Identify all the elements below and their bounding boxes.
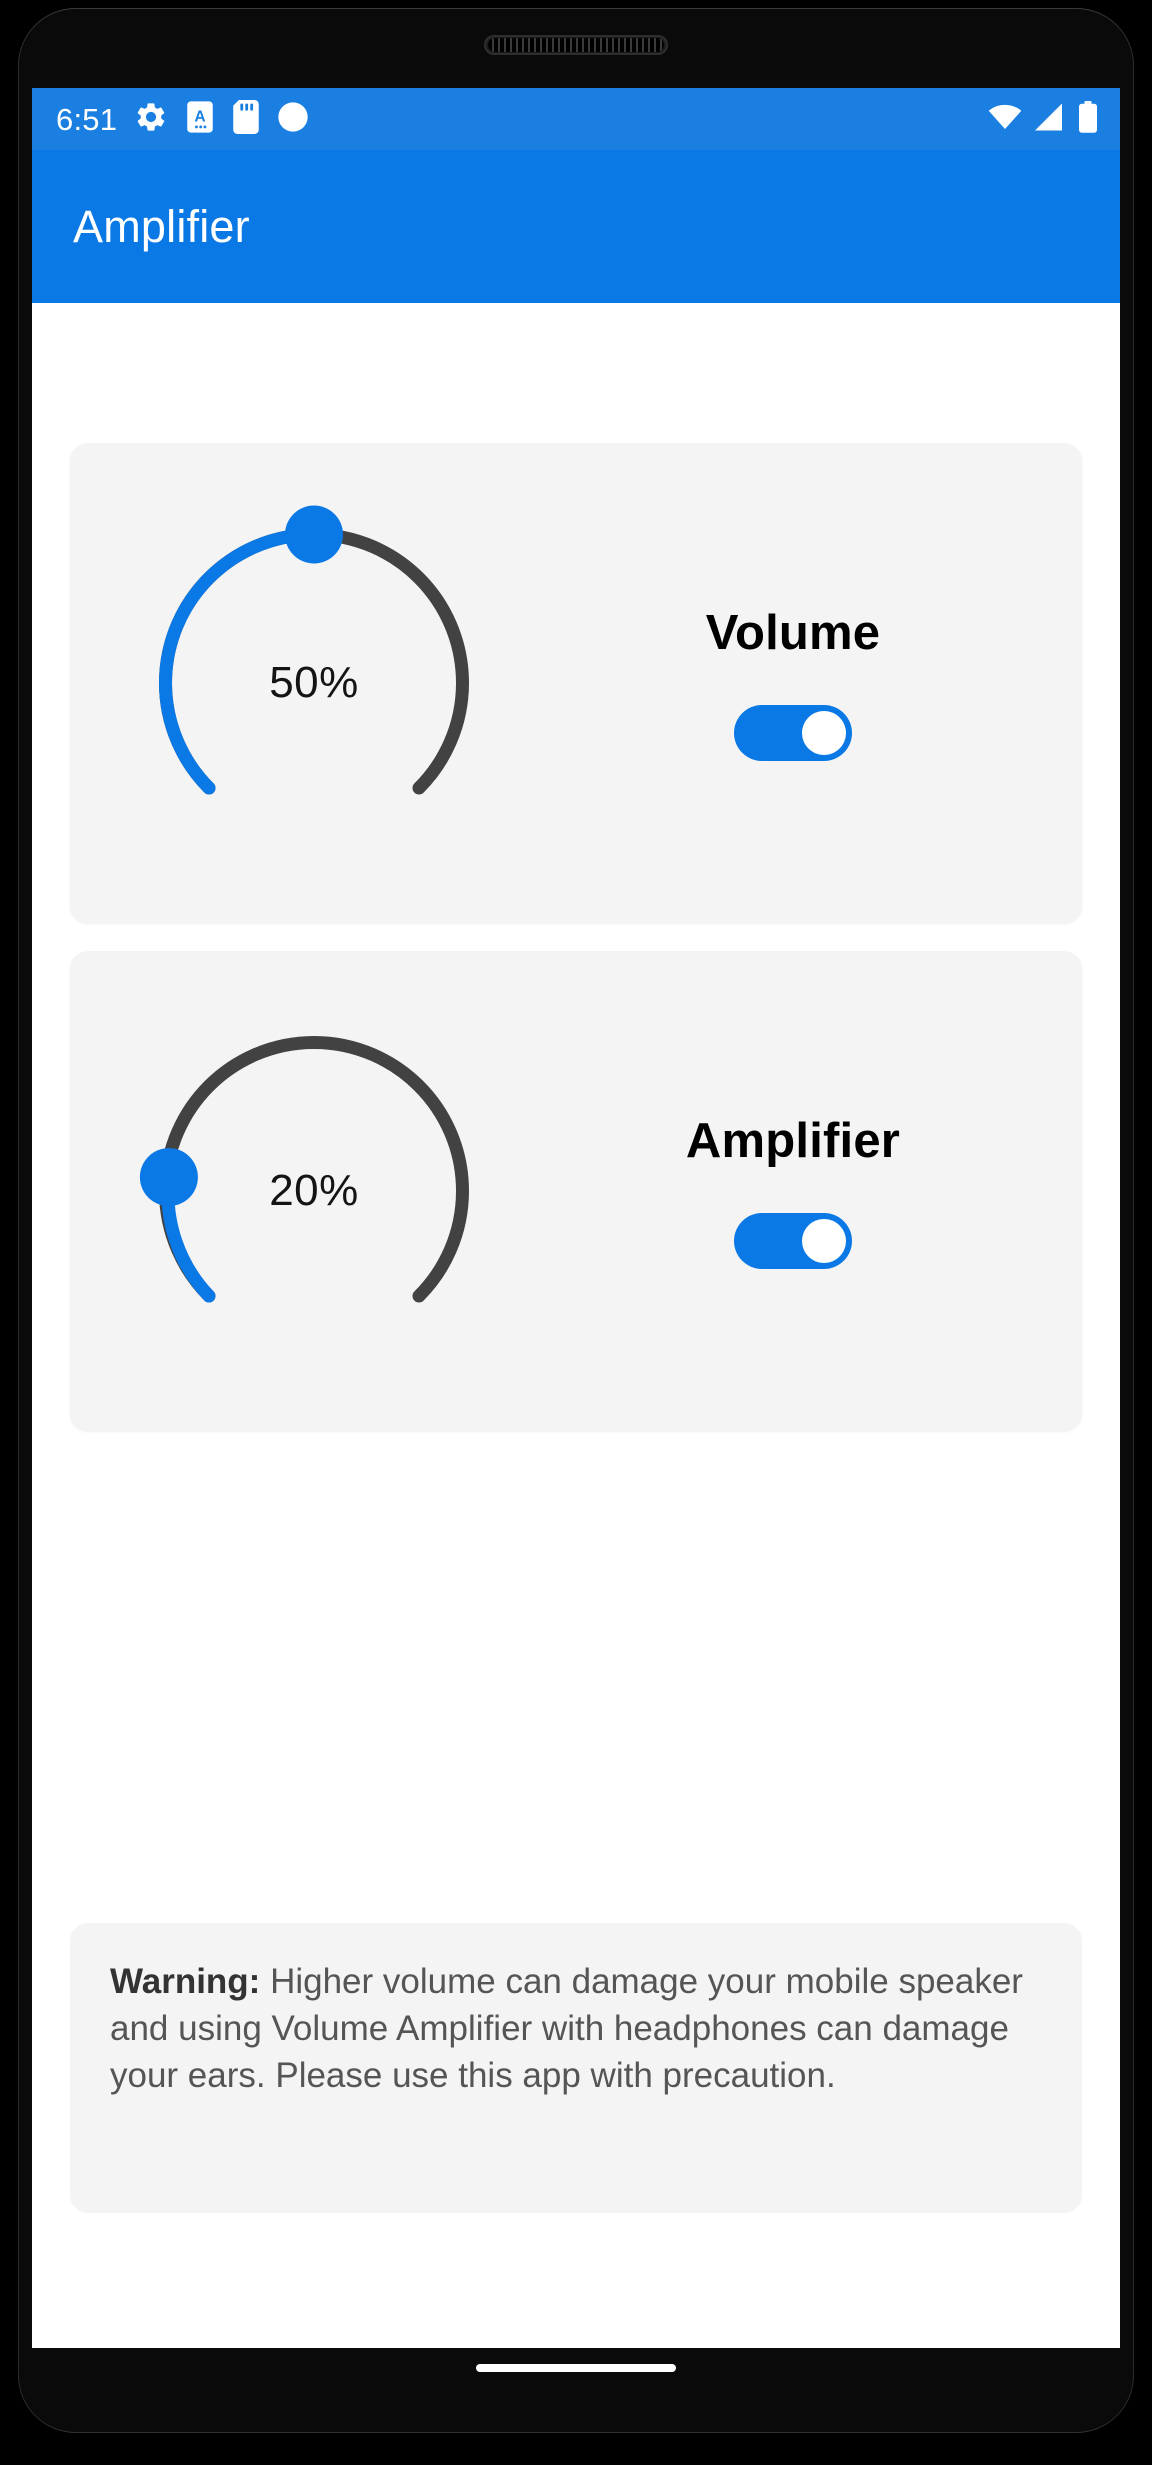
earpiece-speaker	[484, 35, 668, 55]
wifi-icon	[988, 103, 1022, 136]
gear-icon	[134, 100, 168, 139]
circle-icon	[277, 101, 309, 138]
volume-toggle[interactable]	[734, 705, 852, 761]
warning-text: Warning: Higher volume can damage your m…	[110, 1959, 1042, 2100]
amplifier-card: 20% Amplifier	[70, 951, 1082, 1431]
amplifier-knob[interactable]: 20%	[104, 981, 524, 1401]
status-bar-left: 6:51 A	[56, 99, 309, 139]
phone-screen: 6:51 A Amplifier 50% Volume 20% Amplifie…	[32, 88, 1120, 2348]
device-frame: 6:51 A Amplifier 50% Volume 20% Amplifie…	[0, 0, 1152, 2465]
speaker-grille	[488, 38, 664, 52]
warning-card: Warning: Higher volume can damage your m…	[70, 1923, 1082, 2213]
amplifier-percent-value: 20%	[269, 1166, 359, 1215]
cellular-signal-icon	[1035, 103, 1065, 136]
amplifier-controls: Amplifier	[524, 1113, 1062, 1269]
volume-percent-value: 50%	[269, 658, 359, 707]
main-content: 50% Volume 20% Amplifier Warning: Higher…	[32, 303, 1120, 2213]
warning-prefix: Warning:	[110, 1962, 261, 2001]
volume-knob[interactable]: 50%	[104, 473, 524, 893]
svg-text:A: A	[195, 108, 206, 125]
volume-toggle-thumb	[802, 711, 846, 755]
status-time: 6:51	[56, 101, 118, 137]
volume-label: Volume	[705, 606, 881, 660]
battery-icon	[1078, 100, 1098, 138]
amplifier-label: Amplifier	[685, 1114, 901, 1168]
amplifier-toggle-thumb	[802, 1219, 846, 1263]
volume-controls: Volume	[524, 605, 1062, 761]
app-bar: Amplifier	[32, 150, 1120, 303]
amplifier-toggle[interactable]	[734, 1213, 852, 1269]
status-bar: 6:51 A	[32, 88, 1120, 150]
status-bar-right	[988, 100, 1098, 138]
sd-card-icon	[232, 99, 260, 139]
gesture-navigation-bar[interactable]	[476, 2364, 676, 2372]
page-title: Amplifier	[73, 200, 250, 252]
volume-card: 50% Volume	[70, 443, 1082, 923]
a-document-icon: A	[185, 100, 215, 139]
